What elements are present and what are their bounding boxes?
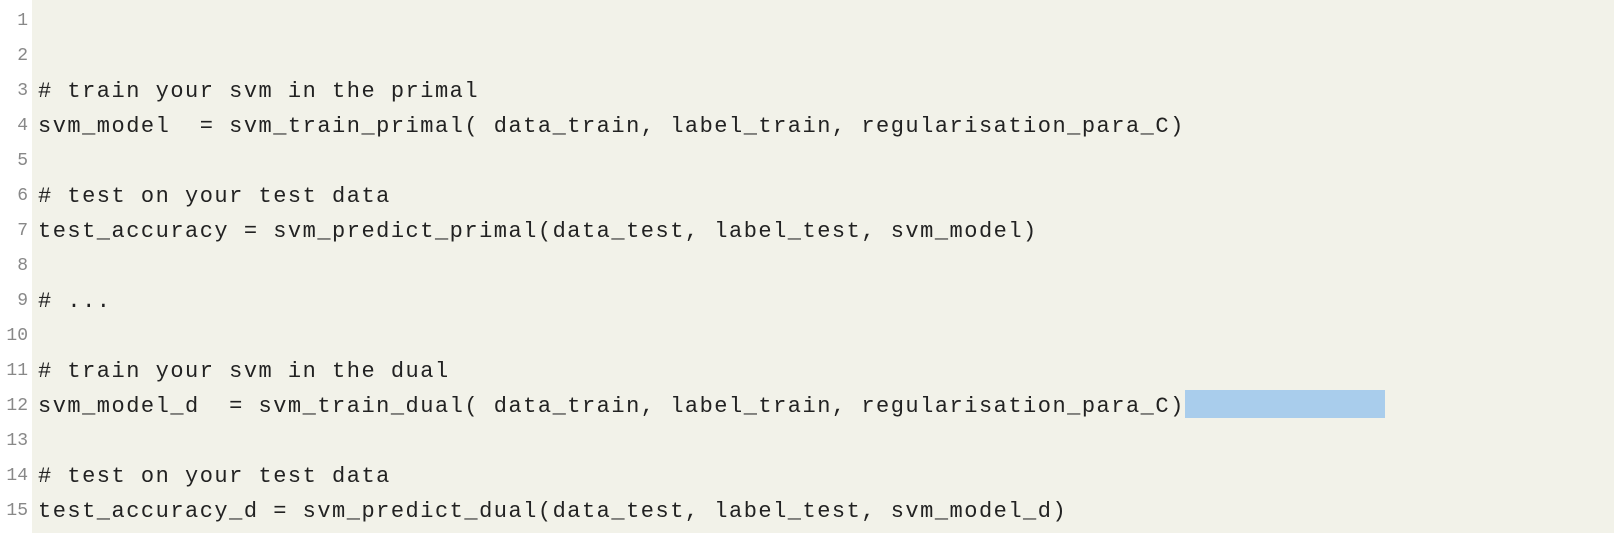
line-number: 7 [0, 214, 28, 249]
code-line: test_accuracy_d = svm_predict_dual(data_… [38, 494, 1614, 529]
line-number-gutter: 123456789101112131415 [0, 0, 32, 533]
code-line: svm_model_d = svm_train_dual( data_train… [38, 389, 1614, 424]
code-text: # test on your test data [38, 184, 391, 209]
code-line: # test on your test data [38, 179, 1614, 214]
line-number: 14 [0, 459, 28, 494]
code-line: # train your svm in the dual [38, 354, 1614, 389]
code-block: 123456789101112131415 # train your svm i… [0, 0, 1614, 533]
code-line: # train your svm in the primal [38, 74, 1614, 109]
line-number: 11 [0, 354, 28, 389]
code-line [38, 144, 1614, 179]
line-number: 12 [0, 389, 28, 424]
code-line: # ... [38, 284, 1614, 319]
code-text: # train your svm in the dual [38, 359, 450, 384]
code-line: # test on your test data [38, 459, 1614, 494]
code-text: test_accuracy_d = svm_predict_dual(data_… [38, 499, 1067, 524]
line-number: 4 [0, 109, 28, 144]
code-text: # ... [38, 289, 112, 314]
line-number: 6 [0, 179, 28, 214]
code-line: test_accuracy = svm_predict_primal(data_… [38, 214, 1614, 249]
line-number: 3 [0, 74, 28, 109]
code-line [38, 319, 1614, 354]
code-line: svm_model = svm_train_primal( data_train… [38, 109, 1614, 144]
line-number: 5 [0, 144, 28, 179]
selection-highlight [1185, 390, 1385, 418]
code-line [38, 39, 1614, 74]
line-number: 9 [0, 284, 28, 319]
line-number: 8 [0, 249, 28, 284]
code-area[interactable]: # train your svm in the primal svm_model … [32, 0, 1614, 533]
code-text: # test on your test data [38, 464, 391, 489]
code-text: test_accuracy = svm_predict_primal(data_… [38, 219, 1038, 244]
line-number: 15 [0, 494, 28, 529]
code-line [38, 424, 1614, 459]
code-text: svm_model = svm_train_primal( data_train… [38, 114, 1185, 139]
line-number: 13 [0, 424, 28, 459]
code-text: # train your svm in the primal [38, 79, 479, 104]
line-number: 10 [0, 319, 28, 354]
code-line [38, 249, 1614, 284]
code-text: svm_model_d = svm_train_dual( data_train… [38, 394, 1185, 419]
line-number: 2 [0, 39, 28, 74]
code-line [38, 4, 1614, 39]
line-number: 1 [0, 4, 28, 39]
